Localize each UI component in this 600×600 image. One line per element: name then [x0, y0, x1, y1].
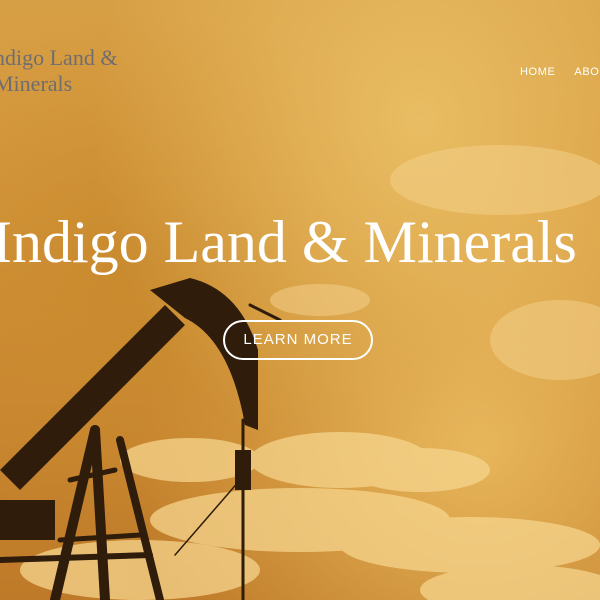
main-nav: HOME ABOU	[520, 66, 600, 78]
hero-title: Indigo Land & Minerals	[0, 209, 577, 275]
learn-more-button[interactable]: LEARN MORE	[223, 320, 373, 360]
nav-about[interactable]: ABOU	[574, 66, 600, 78]
site-brand[interactable]: ndigo Land & Minerals	[0, 45, 144, 97]
nav-home[interactable]: HOME	[520, 66, 555, 78]
hero-section: ndigo Land & Minerals HOME ABOU Indigo L…	[0, 0, 600, 600]
